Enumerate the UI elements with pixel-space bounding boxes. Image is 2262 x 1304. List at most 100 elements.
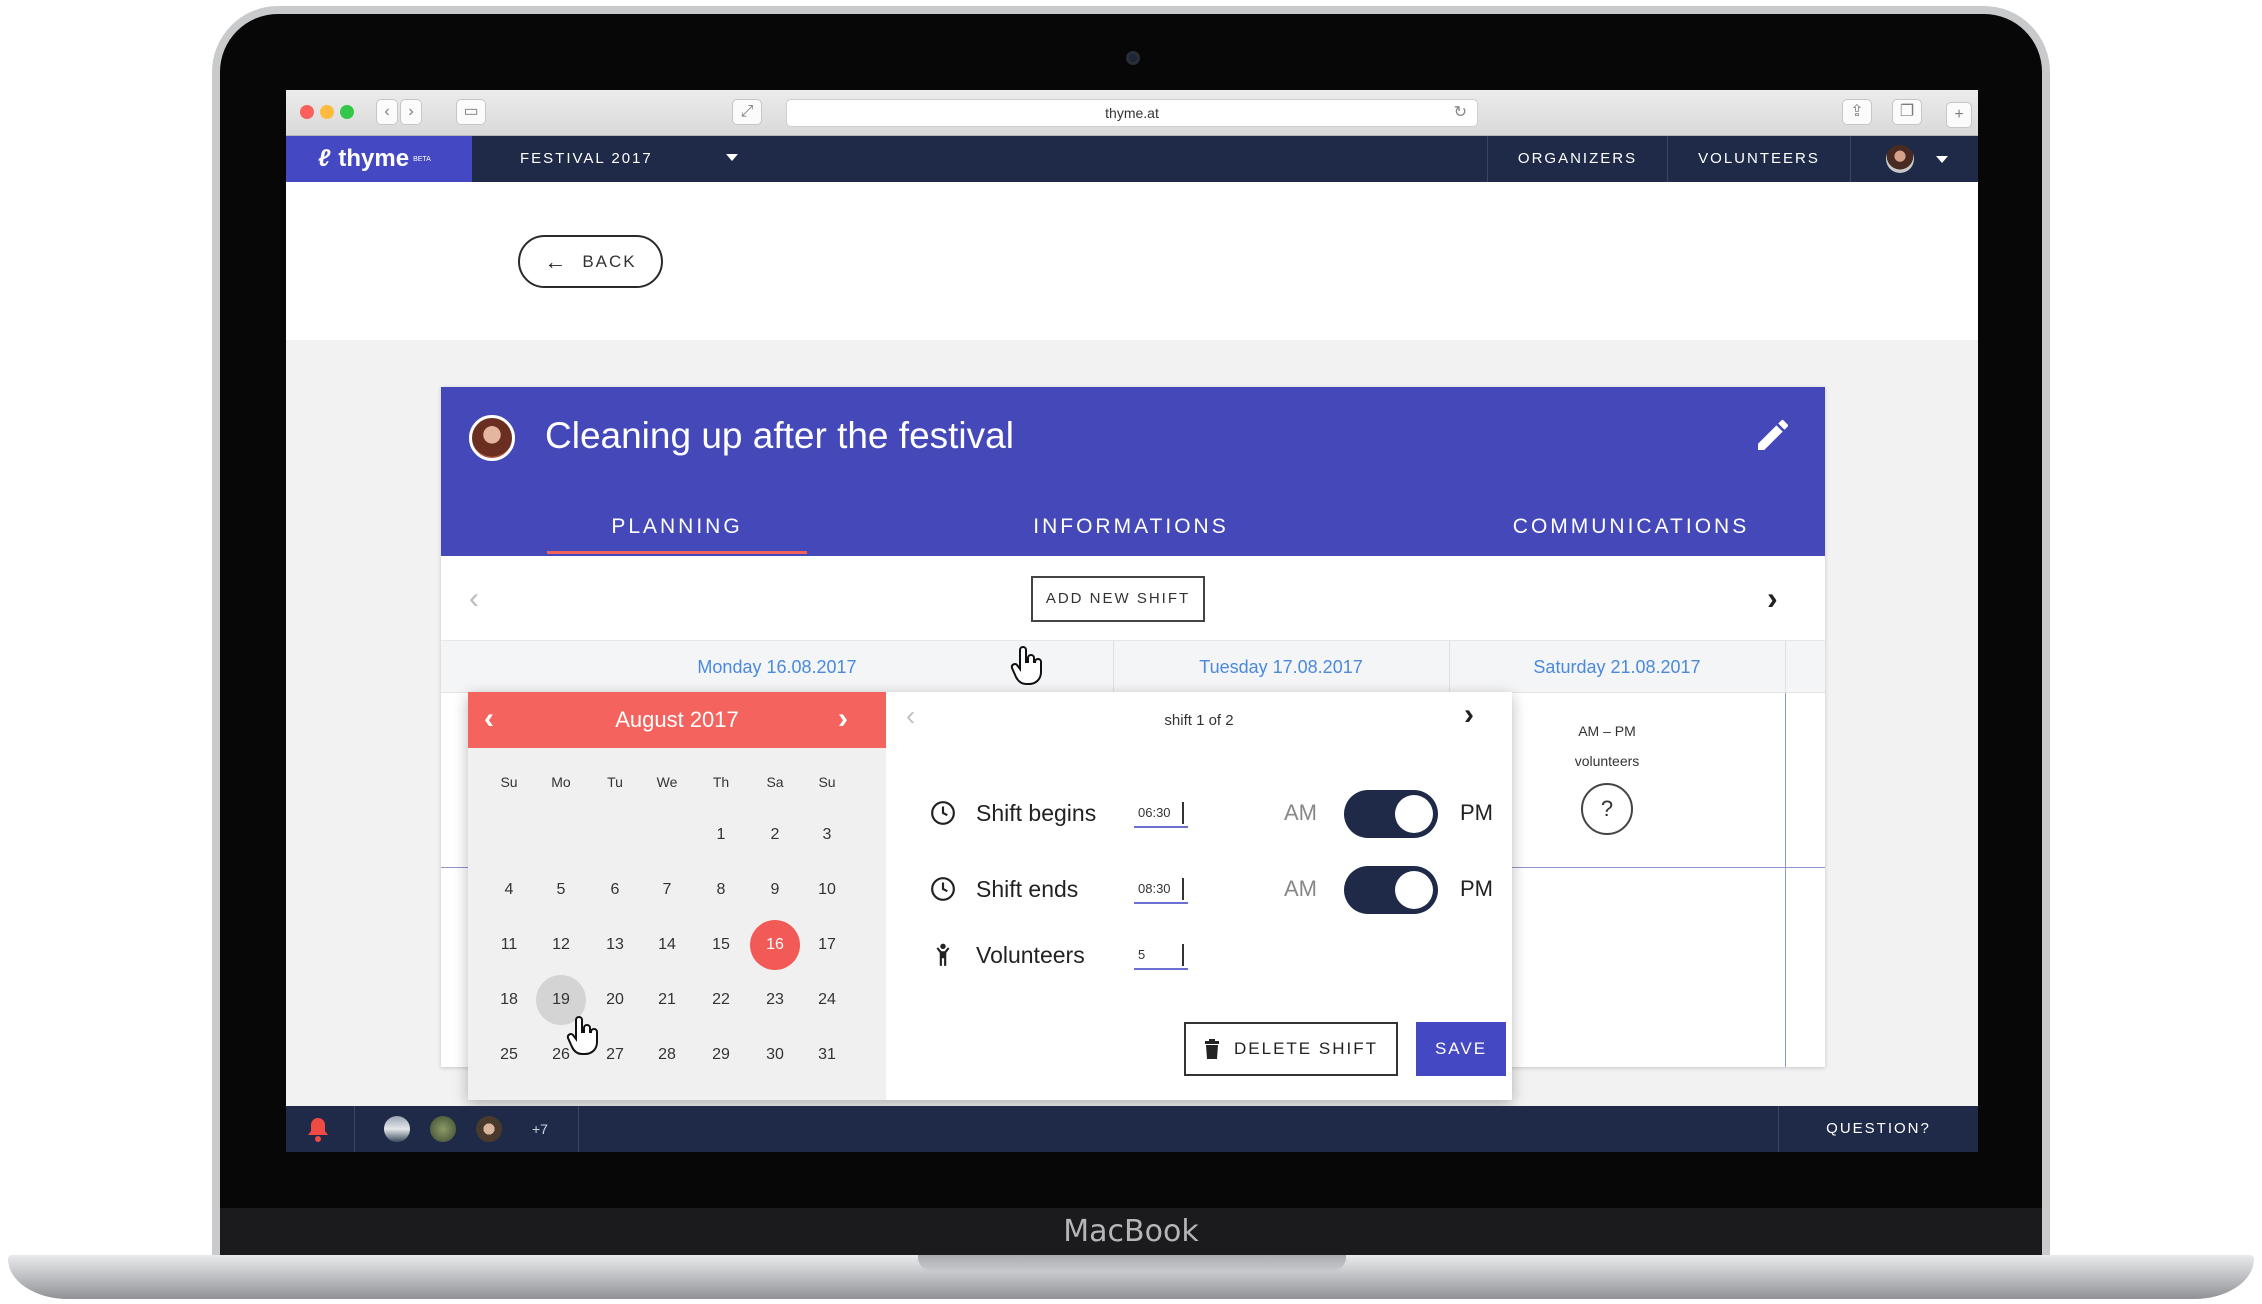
calendar-day[interactable]: 3	[802, 810, 852, 860]
bell-icon[interactable]	[306, 1116, 330, 1142]
calendar-day[interactable]: 8	[696, 865, 746, 915]
calendar-day[interactable]: 6	[590, 865, 640, 915]
shift-toolbar: ‹ ADD NEW SHIFT ›	[441, 556, 1825, 641]
calendar-day[interactable]: 2	[750, 810, 800, 860]
back-nav-icon[interactable]: ‹	[376, 99, 398, 125]
next-shift-icon[interactable]: ›	[1464, 698, 1474, 732]
new-tab-icon[interactable]: +	[1946, 102, 1972, 128]
shift-ends-value: 08:30	[1138, 881, 1171, 896]
weekday-label: Tu	[607, 774, 623, 790]
reader-icon[interactable]: ⤢	[732, 99, 762, 125]
next-days-icon[interactable]: ›	[1767, 580, 1778, 617]
person-icon	[936, 943, 950, 966]
weekday-label: Th	[712, 774, 730, 790]
beta-badge: BETA	[413, 155, 431, 163]
shift-ends-input[interactable]: 08:30	[1134, 874, 1188, 904]
shift-ends-ampm-toggle[interactable]	[1344, 866, 1438, 914]
tabs-icon[interactable]: ❐	[1892, 99, 1922, 125]
text-caret	[1182, 802, 1184, 824]
pm-label: PM	[1460, 876, 1493, 901]
toggle-knob	[1395, 795, 1433, 833]
address-bar[interactable]: thyme.at ↻	[786, 99, 1478, 127]
logo[interactable]: ℓ thyme BETA	[286, 136, 472, 182]
calendar-day[interactable]: 9	[750, 865, 800, 915]
calendar-day[interactable]: 12	[536, 920, 586, 970]
prev-days-icon[interactable]: ‹	[469, 582, 479, 616]
forward-nav-icon[interactable]: ›	[400, 99, 422, 125]
save-button[interactable]: SAVE	[1416, 1022, 1506, 1076]
tab-communications[interactable]: COMMUNICATIONS	[1481, 515, 1781, 539]
add-new-shift-button[interactable]: ADD NEW SHIFT	[1031, 576, 1205, 622]
task-avatar	[469, 415, 515, 461]
days-header: Monday 16.08.2017 Tuesday 17.08.2017 Sat…	[441, 641, 1825, 693]
zoom-window-button[interactable]	[340, 105, 354, 119]
calendar-day[interactable]: 21	[642, 975, 692, 1025]
am-label: AM	[1284, 800, 1317, 825]
shift-ends-label: Shift ends	[976, 876, 1079, 902]
back-button[interactable]: ← BACK	[518, 235, 663, 288]
url-text: thyme.at	[1105, 105, 1159, 121]
avatar[interactable]	[382, 1114, 412, 1144]
calendar-day[interactable]: 16	[750, 920, 800, 970]
calendar-day[interactable]: 13	[590, 920, 640, 970]
calendar-day[interactable]: 14	[642, 920, 692, 970]
divider	[1785, 641, 1786, 693]
calendar-day[interactable]: 30	[750, 1030, 800, 1080]
day-tuesday[interactable]: Tuesday 17.08.2017	[1113, 641, 1449, 693]
calendar-day[interactable]: 11	[484, 920, 534, 970]
shift-begins-input[interactable]: 06:30	[1134, 798, 1188, 828]
calendar-day[interactable]: 5	[536, 865, 586, 915]
calendar-day[interactable]: 10	[802, 865, 852, 915]
calendar-day[interactable]: 28	[642, 1030, 692, 1080]
volunteers-input[interactable]: 5	[1134, 940, 1188, 970]
next-month-icon[interactable]: ›	[838, 702, 848, 736]
reload-icon[interactable]: ↻	[1454, 100, 1467, 126]
event-selector[interactable]: FESTIVAL 2017	[520, 136, 653, 182]
shift-begins-label: Shift begins	[976, 800, 1097, 826]
volunteers-value: 5	[1138, 947, 1146, 962]
minimize-window-button[interactable]	[320, 105, 334, 119]
weekday-label: Mo	[551, 774, 571, 790]
close-window-button[interactable]	[300, 105, 314, 119]
question-button[interactable]: QUESTION?	[1778, 1106, 1978, 1152]
task-card-header: Cleaning up after the festival PLANNING …	[441, 387, 1825, 556]
pm-label: PM	[1460, 800, 1493, 825]
calendar-day[interactable]: 15	[696, 920, 746, 970]
delete-shift-button[interactable]: DELETE SHIFT	[1184, 1022, 1398, 1076]
calendar-day[interactable]: 24	[802, 975, 852, 1025]
tab-informations[interactable]: INFORMATIONS	[1001, 515, 1261, 539]
calendar-day[interactable]: 25	[484, 1030, 534, 1080]
share-icon[interactable]: ⇪	[1842, 99, 1872, 125]
calendar-day[interactable]: 23	[750, 975, 800, 1025]
nav-volunteers[interactable]: VOLUNTEERS	[1667, 136, 1850, 182]
calendar-day[interactable]: 18	[484, 975, 534, 1025]
shift-begins-value: 06:30	[1138, 805, 1171, 820]
calendar-day[interactable]: 29	[696, 1030, 746, 1080]
more-volunteers-count[interactable]: +7	[532, 1106, 548, 1152]
volunteer-count-badge[interactable]: ?	[1581, 783, 1633, 835]
volunteers-label: Volunteers	[976, 942, 1085, 968]
tab-planning[interactable]: PLANNING	[547, 515, 807, 539]
calendar-day[interactable]: 4	[484, 865, 534, 915]
avatar[interactable]	[1886, 145, 1914, 173]
user-menu-chevron-icon[interactable]	[1936, 156, 1948, 163]
chevron-down-icon[interactable]	[726, 154, 738, 161]
weekday-label: We	[656, 774, 678, 790]
avatar[interactable]	[428, 1114, 458, 1144]
calendar-day[interactable]: 1	[696, 810, 746, 860]
nav-organizers[interactable]: ORGANIZERS	[1487, 136, 1667, 182]
active-tab-indicator	[547, 551, 807, 554]
app-navbar: ℓ thyme BETA FESTIVAL 2017 ORGANIZERS VO…	[286, 136, 1978, 182]
shift-begins-ampm-toggle[interactable]	[1344, 790, 1438, 838]
calendar-day[interactable]: 31	[802, 1030, 852, 1080]
calendar-day[interactable]: 22	[696, 975, 746, 1025]
user-menu[interactable]	[1850, 136, 1978, 182]
calendar-day[interactable]: 7	[642, 865, 692, 915]
avatar[interactable]	[474, 1114, 504, 1144]
day-saturday[interactable]: Saturday 21.08.2017	[1449, 641, 1785, 693]
weekday-label: Su	[500, 774, 518, 790]
pencil-icon[interactable]	[1753, 415, 1793, 455]
calendar-day[interactable]: 17	[802, 920, 852, 970]
sidebar-toggle-icon[interactable]: ▭	[456, 99, 486, 125]
prev-month-icon[interactable]: ‹	[484, 702, 494, 736]
